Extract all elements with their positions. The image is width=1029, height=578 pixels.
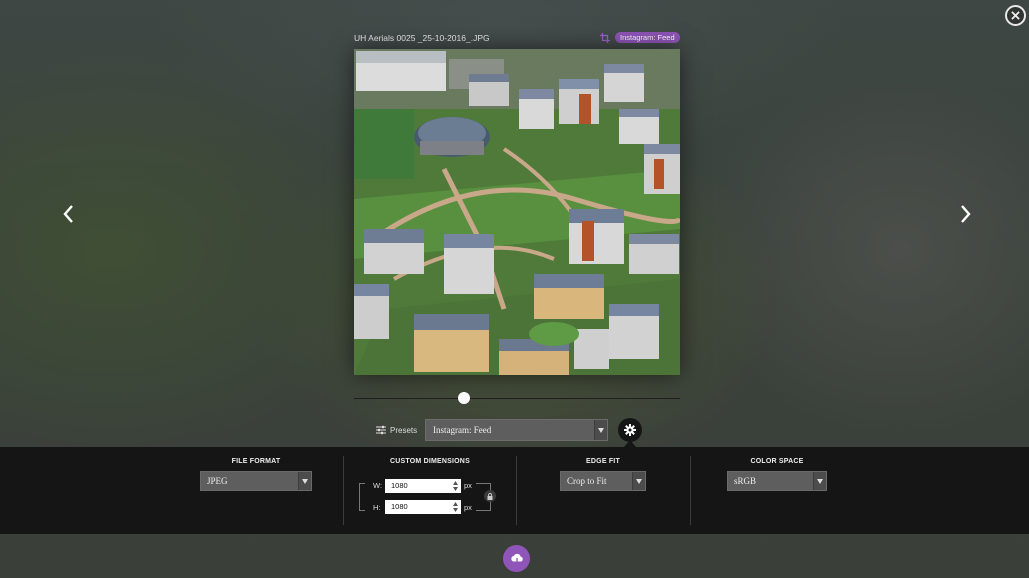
gear-icon	[624, 424, 636, 436]
width-unit: px	[464, 481, 472, 490]
edge-fit-value: Crop to Fit	[567, 476, 607, 486]
zoom-slider-handle[interactable]	[457, 392, 470, 404]
close-button[interactable]	[1005, 5, 1026, 26]
settings-tab-pointer	[624, 440, 636, 447]
lock-icon	[487, 492, 493, 500]
width-input[interactable]: 1080	[385, 479, 461, 493]
color-space-dropdown[interactable]: sRGB	[727, 471, 827, 491]
close-icon	[1011, 11, 1020, 20]
file-format-dropdown[interactable]: JPEG	[200, 471, 312, 491]
color-space-title: COLOR SPACE	[750, 458, 804, 465]
file-name: UH Aerials 0025 _25-10-2016_.JPG	[354, 33, 490, 43]
edge-fit-dropdown[interactable]: Crop to Fit	[560, 471, 646, 491]
chevron-down-icon	[598, 427, 604, 433]
sliders-icon	[376, 425, 386, 435]
file-format-title: FILE FORMAT	[231, 458, 281, 465]
spinner-icon[interactable]	[453, 502, 458, 512]
download-button[interactable]	[503, 545, 530, 572]
divider	[343, 456, 344, 525]
settings-button[interactable]	[618, 418, 642, 442]
divider	[516, 456, 517, 525]
divider	[690, 456, 691, 525]
zoom-slider-track	[354, 398, 680, 399]
width-value: 1080	[391, 481, 408, 490]
zoom-slider[interactable]	[354, 392, 680, 404]
chevron-down-icon	[636, 478, 642, 484]
aspect-lock-button[interactable]	[484, 490, 496, 502]
presets-label: Presets	[390, 425, 418, 435]
width-label: W:	[373, 481, 383, 490]
preset-dropdown-value: Instagram: Feed	[433, 425, 492, 435]
height-unit: px	[464, 503, 472, 512]
next-image-button[interactable]	[957, 204, 973, 224]
file-format-value: JPEG	[207, 476, 228, 486]
crop-icon	[600, 33, 610, 43]
color-space-value: sRGB	[734, 476, 757, 486]
edge-fit-title: EDGE FIT	[586, 458, 620, 465]
height-input[interactable]: 1080	[385, 500, 461, 514]
presets-button[interactable]: Presets	[376, 425, 417, 435]
chevron-left-icon	[63, 205, 73, 223]
spinner-icon[interactable]	[453, 481, 458, 491]
previous-image-button[interactable]	[61, 204, 77, 224]
preset-dropdown[interactable]: Instagram: Feed	[425, 419, 608, 441]
dimension-bracket-left	[359, 483, 365, 511]
preset-badge: Instagram: Feed	[615, 32, 680, 43]
image-preview	[354, 49, 680, 375]
chevron-right-icon	[961, 205, 971, 223]
chevron-down-icon	[817, 478, 823, 484]
custom-dimensions-title: CUSTOM DIMENSIONS	[390, 458, 470, 465]
export-options-panel: FILE FORMAT JPEG CUSTOM DIMENSIONS W: 10…	[0, 447, 1029, 534]
cloud-download-icon	[510, 553, 523, 565]
height-label: H:	[373, 503, 381, 512]
chevron-down-icon	[302, 478, 308, 484]
height-value: 1080	[391, 502, 408, 511]
